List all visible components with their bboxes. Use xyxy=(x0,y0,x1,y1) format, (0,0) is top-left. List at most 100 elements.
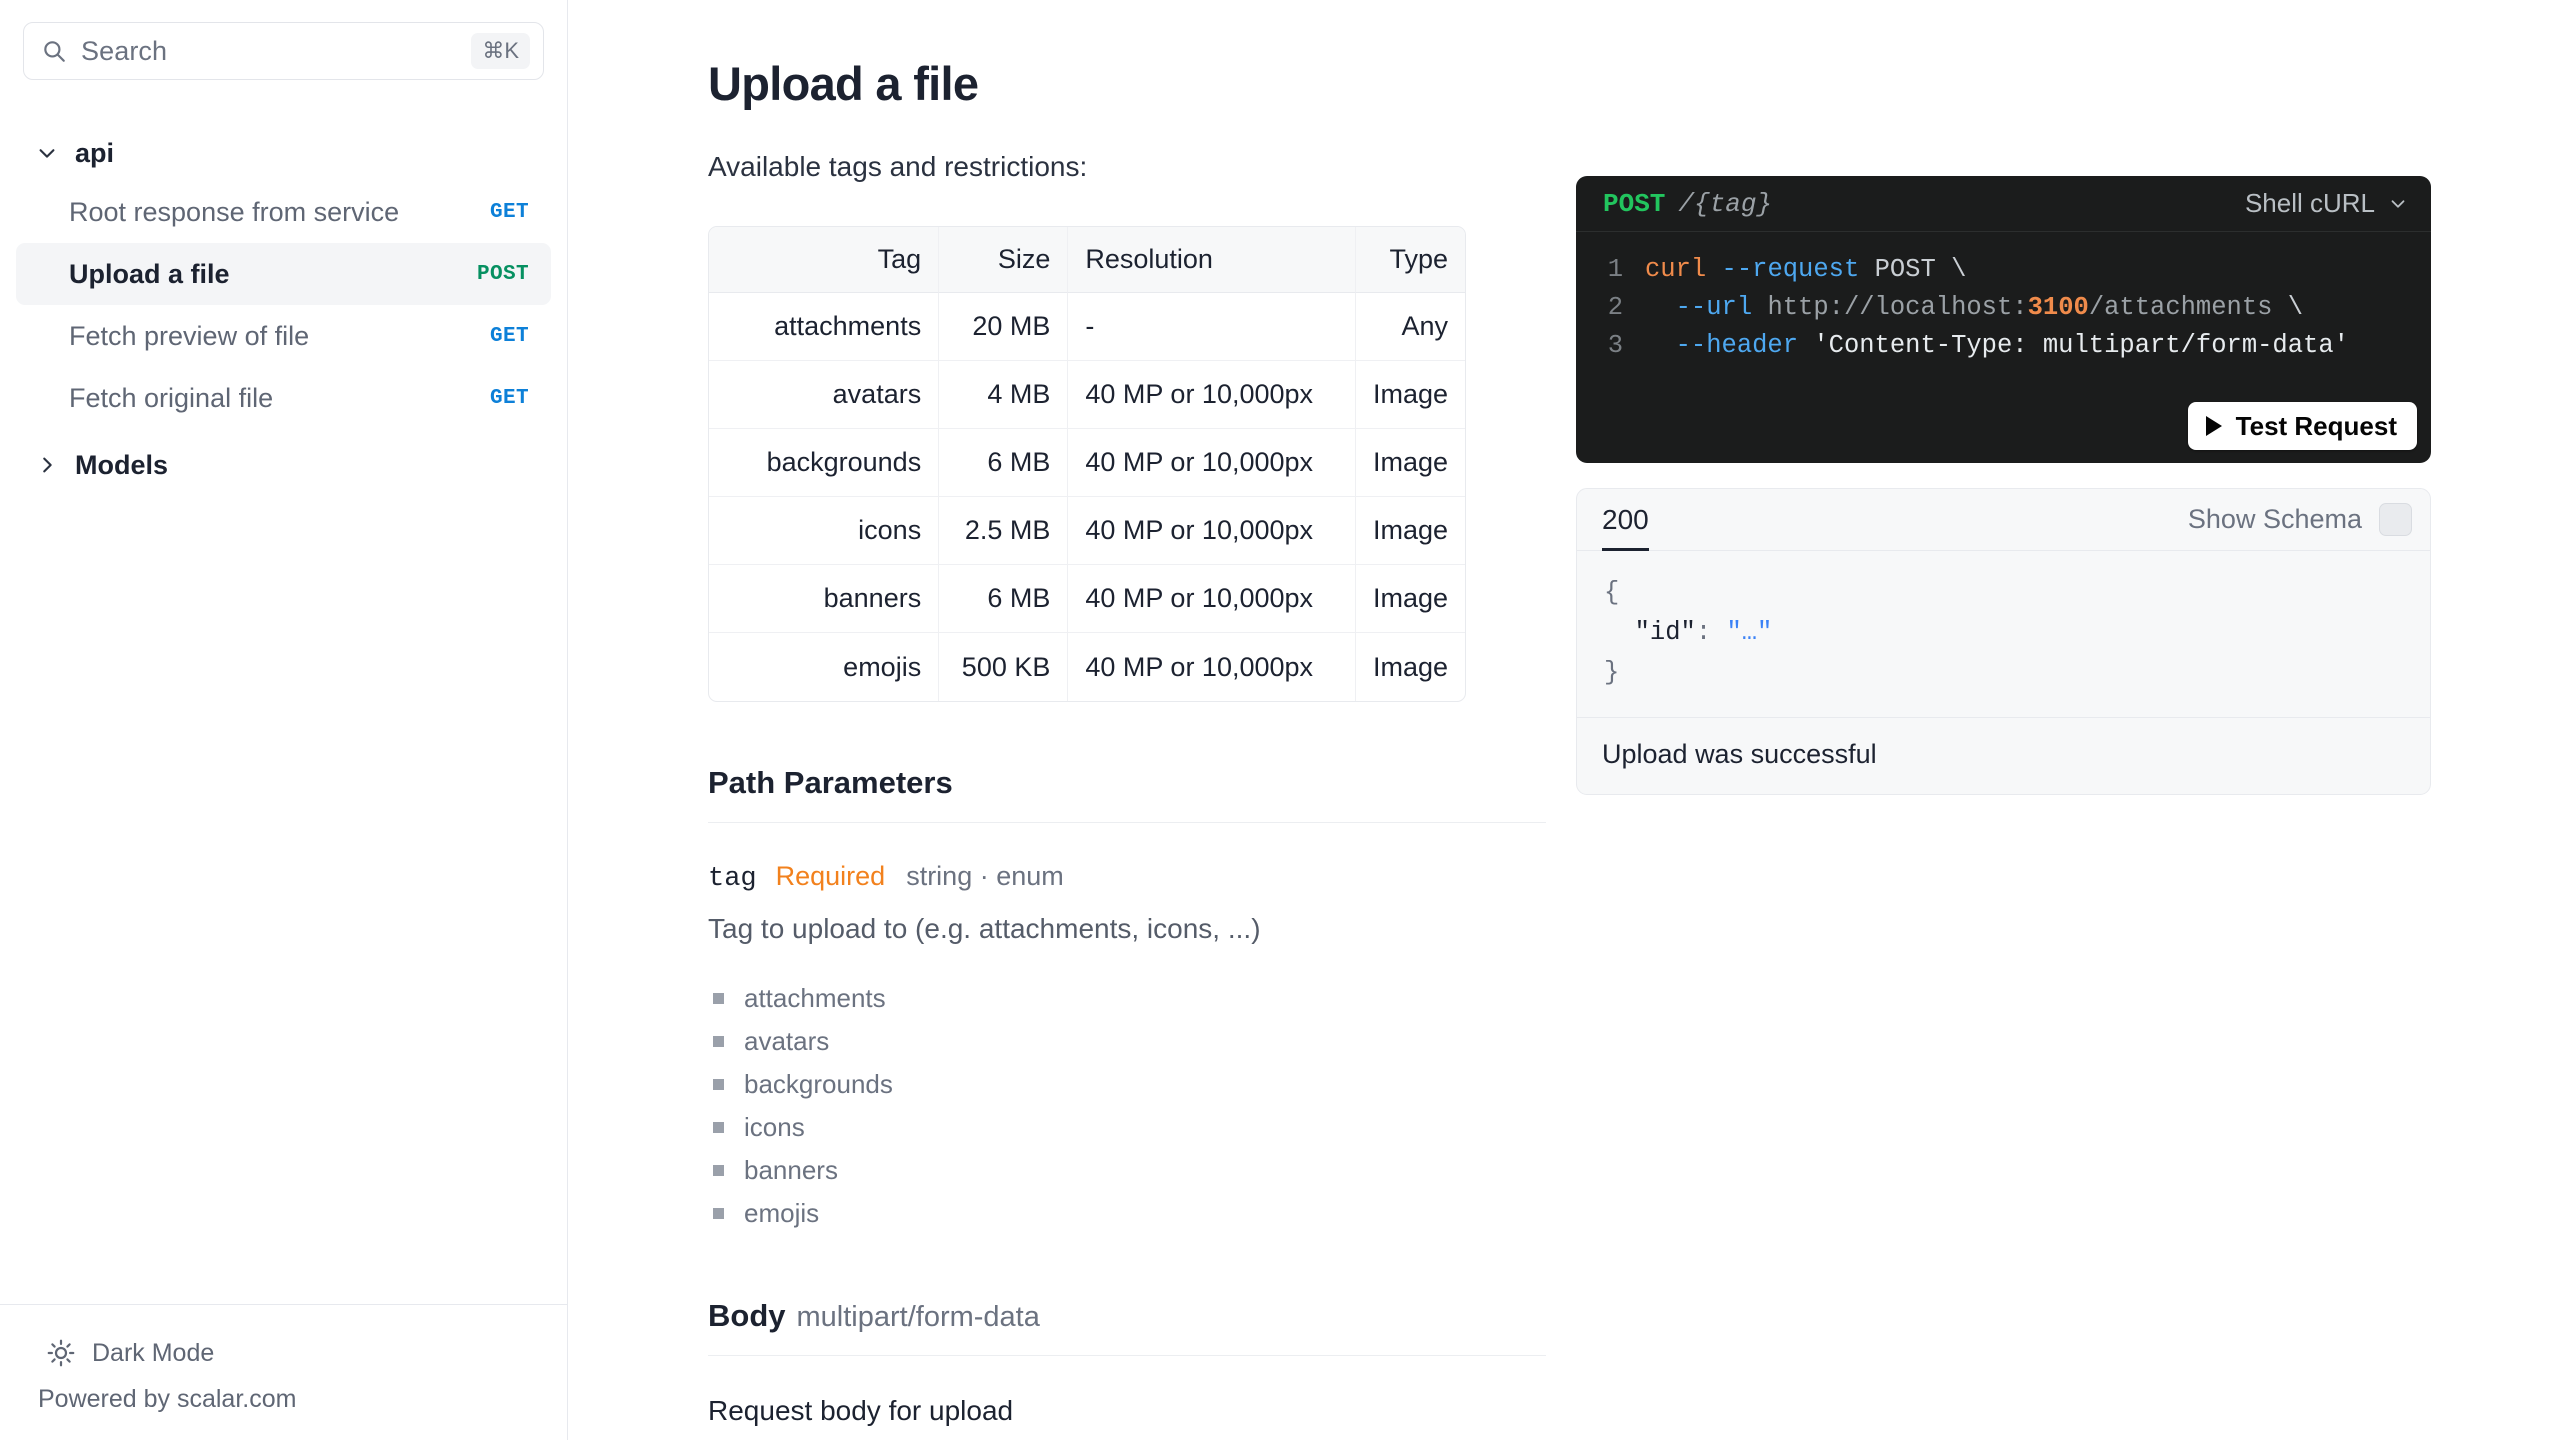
cell-tag: avatars xyxy=(709,361,939,429)
bullet-square-icon xyxy=(713,1165,724,1176)
cell-size: 500 KB xyxy=(938,633,1067,701)
sidebar-item-fetch-preview[interactable]: Fetch preview of file GET xyxy=(16,305,551,367)
column-header-tag: Tag xyxy=(709,227,939,293)
search-input[interactable]: Search ⌘K xyxy=(23,22,544,80)
chevron-right-icon xyxy=(36,454,58,476)
search-icon xyxy=(41,38,67,64)
tags-restrictions-table: Tag Size Resolution Type attachments 20 … xyxy=(708,226,1466,702)
search-container: Search ⌘K xyxy=(0,0,567,80)
json-line: "id": "…" xyxy=(1634,618,1773,647)
response-card: 200 Show Schema { "id": "…" } Upload was… xyxy=(1576,488,2431,795)
table-row: banners 6 MB 40 MP or 10,000px Image xyxy=(709,565,1465,633)
enum-value: backgrounds xyxy=(744,1069,893,1099)
cell-type: Image xyxy=(1354,497,1465,565)
language-selector-label: Shell cURL xyxy=(2244,188,2375,218)
bullet-square-icon xyxy=(713,1036,724,1047)
cell-size: 6 MB xyxy=(938,429,1068,497)
intro-text: Available tags and restrictions: xyxy=(708,151,1088,182)
sidebar-item-upload-a-file[interactable]: Upload a file POST xyxy=(16,243,551,305)
cell-tag: banners xyxy=(709,565,939,633)
response-header: 200 Show Schema xyxy=(1577,489,2430,551)
show-schema-checkbox[interactable] xyxy=(2379,503,2412,536)
body-heading-label: Body xyxy=(708,1298,786,1333)
json-line: } xyxy=(1604,658,1620,687)
body-heading: Body multipart/form-data xyxy=(708,1298,1546,1356)
json-line: { xyxy=(1604,578,1620,607)
code-line-content: --header 'Content-Type: multipart/form-d… xyxy=(1675,331,2349,360)
code-line-content: --url http://localhost:3100/attachments … xyxy=(1675,293,2304,322)
method-badge-get: GET xyxy=(489,386,529,410)
sidebar-item-root-response[interactable]: Root response from service GET xyxy=(16,181,551,243)
sidebar-item-label: Upload a file xyxy=(69,258,230,289)
cell-size: 4 MB xyxy=(938,361,1068,429)
enum-value: banners xyxy=(744,1155,838,1185)
dark-mode-label: Dark Mode xyxy=(92,1338,215,1367)
code-line: 3 --header 'Content-Type: multipart/form… xyxy=(1576,327,2431,365)
sun-icon xyxy=(47,1339,75,1367)
enum-values-list: attachments avatars backgrounds icons ba… xyxy=(708,977,1518,1235)
method-badge-get: GET xyxy=(489,324,529,348)
list-item: backgrounds xyxy=(708,1063,1518,1106)
table-row: emojis 500 KB 40 MP or 10,000px Image xyxy=(709,633,1465,701)
cell-resolution: 40 MP or 10,000px xyxy=(1067,361,1355,429)
path-parameters-heading: Path Parameters xyxy=(708,765,1546,823)
code-sample-card: POST /{tag} Shell cURL 1 curl --request … xyxy=(1576,176,2431,463)
language-selector[interactable]: Shell cURL xyxy=(2245,188,2409,219)
code-line: 2 --url http://localhost:3100/attachment… xyxy=(1576,289,2431,327)
show-schema-toggle[interactable]: Show Schema xyxy=(2188,503,2412,536)
column-header-resolution: Resolution xyxy=(1067,227,1355,293)
response-description: Upload was successful xyxy=(1602,739,1877,769)
enum-value: icons xyxy=(744,1112,805,1142)
sidebar-group-models[interactable]: Models xyxy=(0,437,567,493)
sidebar-group-label: api xyxy=(75,137,115,168)
body-description: Request body for upload xyxy=(708,1395,1014,1426)
list-item: icons xyxy=(708,1106,1518,1149)
table-row: avatars 4 MB 40 MP or 10,000px Image xyxy=(709,361,1465,429)
main-content: Upload a file Available tags and restric… xyxy=(568,0,2560,1440)
sidebar-item-label: Fetch original file xyxy=(69,382,274,413)
list-item: attachments xyxy=(708,977,1518,1020)
enum-value: avatars xyxy=(744,1026,830,1056)
cell-tag: emojis xyxy=(843,651,922,682)
table-header-row: Tag Size Resolution Type xyxy=(709,227,1465,293)
parameter-name: tag xyxy=(708,864,757,894)
test-request-button[interactable]: Test Request xyxy=(2187,402,2417,450)
bullet-square-icon xyxy=(713,1122,724,1133)
code-method-label: POST xyxy=(1603,188,1666,219)
sidebar-item-fetch-original[interactable]: Fetch original file GET xyxy=(16,367,551,429)
column-header-size: Size xyxy=(938,227,1068,293)
cell-type: Image xyxy=(1354,633,1465,701)
method-badge-post: POST xyxy=(476,262,529,286)
dark-mode-toggle[interactable]: Dark Mode xyxy=(0,1331,567,1375)
required-badge: Required xyxy=(775,861,886,891)
chevron-down-icon xyxy=(2375,193,2409,215)
show-schema-label: Show Schema xyxy=(2187,504,2362,534)
powered-by-link[interactable]: Powered by scalar.com xyxy=(0,1385,567,1414)
list-item: emojis xyxy=(708,1192,1518,1235)
cell-size: 20 MB xyxy=(938,293,1068,361)
enum-value: attachments xyxy=(744,983,886,1013)
sidebar: Search ⌘K api Root response from service… xyxy=(0,0,568,1440)
cell-type: Image xyxy=(1354,565,1465,633)
test-request-label: Test Request xyxy=(2235,410,2397,441)
table-row: icons 2.5 MB 40 MP or 10,000px Image xyxy=(709,497,1465,565)
line-number: 3 xyxy=(1607,331,1623,360)
bullet-square-icon xyxy=(713,993,724,1004)
response-status-tab[interactable]: 200 xyxy=(1602,489,1649,551)
code-line: 1 curl --request POST \ xyxy=(1576,251,2431,289)
cell-tag: backgrounds xyxy=(709,429,939,497)
right-panel-column: POST /{tag} Shell cURL 1 curl --request … xyxy=(1518,56,2560,1440)
column-header-type: Type xyxy=(1354,227,1465,293)
cell-type: Image xyxy=(1354,429,1465,497)
cell-type: Any xyxy=(1354,293,1465,361)
sidebar-group-api[interactable]: api xyxy=(0,125,567,181)
cell-size: 6 MB xyxy=(938,565,1068,633)
body-mime-type: multipart/form-data xyxy=(796,1301,1040,1333)
play-icon xyxy=(2205,416,2222,436)
enum-value: emojis xyxy=(744,1198,820,1228)
code-sample-body[interactable]: 1 curl --request POST \ 2 --url http://l… xyxy=(1576,232,2431,389)
sidebar-item-label: Root response from service xyxy=(69,196,400,227)
table-row: attachments 20 MB - Any xyxy=(709,293,1465,361)
line-number: 2 xyxy=(1607,293,1623,322)
list-item: avatars xyxy=(708,1020,1518,1063)
